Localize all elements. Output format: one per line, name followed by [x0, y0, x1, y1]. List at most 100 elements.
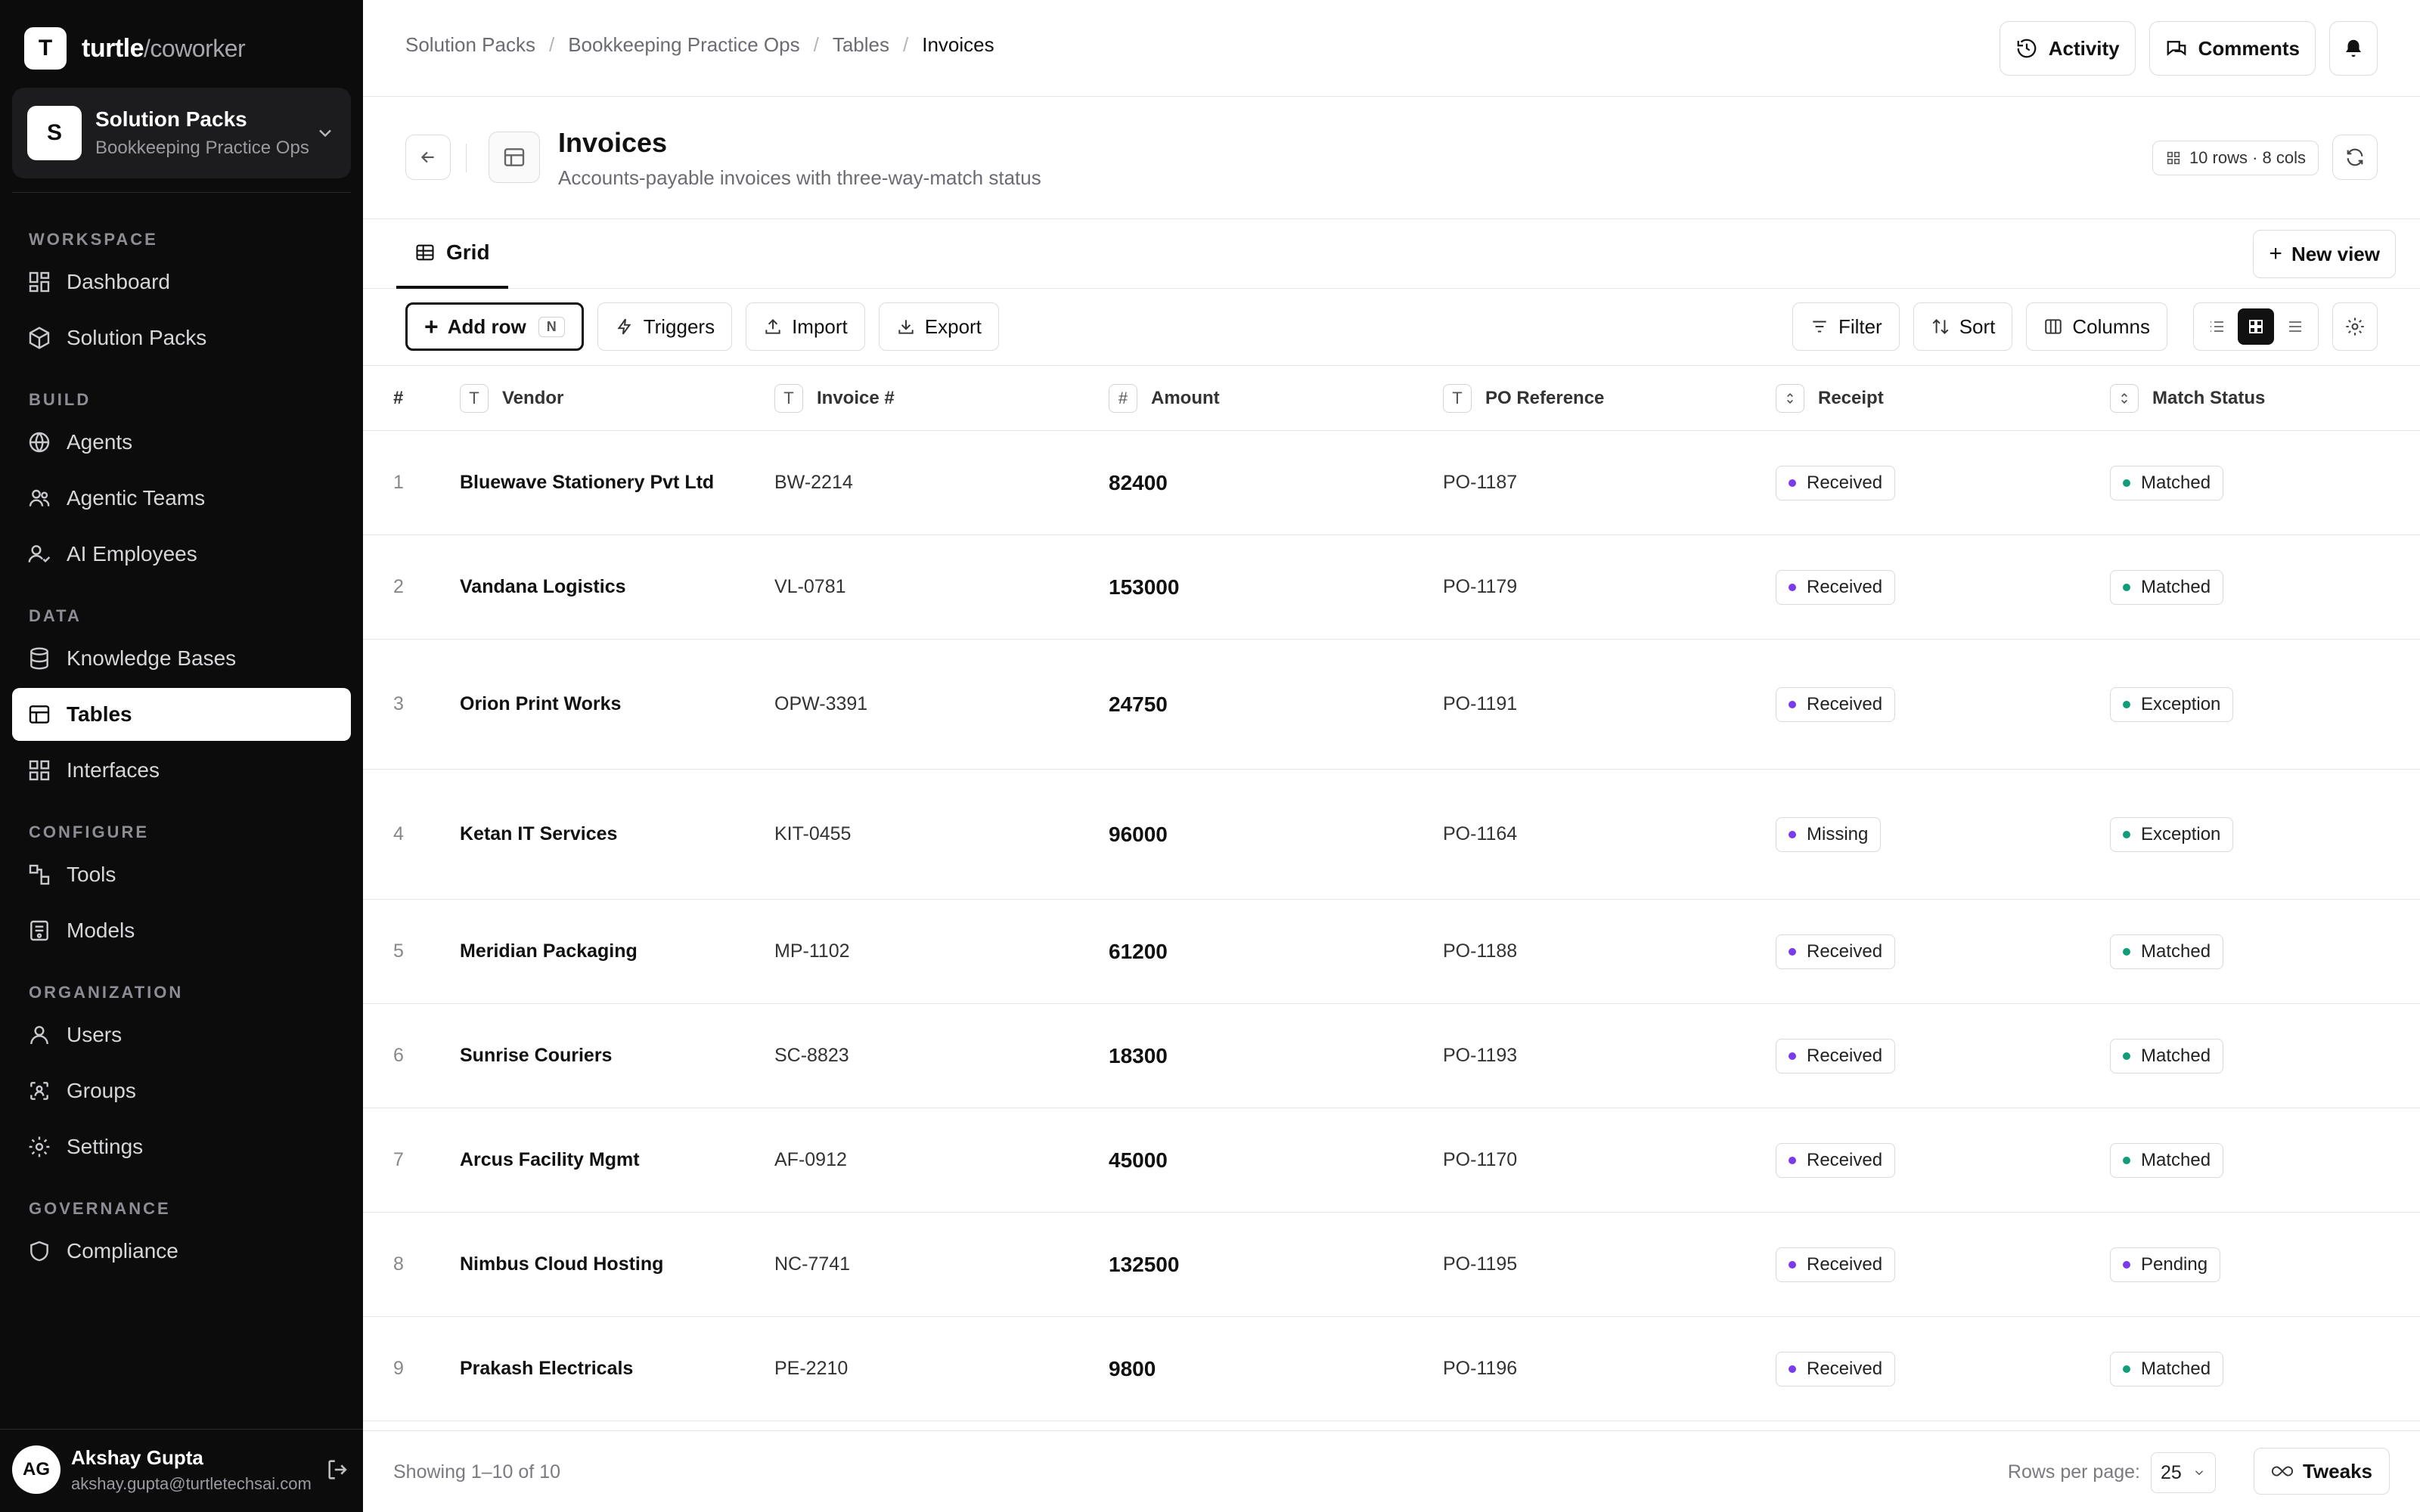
sort-button[interactable]: Sort: [1913, 302, 2013, 351]
cell-po[interactable]: PO-1196: [1443, 1317, 1517, 1421]
cell-po[interactable]: PO-1195: [1443, 1213, 1517, 1316]
cell-po[interactable]: PO-1187: [1443, 431, 1517, 534]
rows-per-page-select[interactable]: 25: [2151, 1452, 2216, 1493]
workspace-switcher[interactable]: S Solution Packs Bookkeeping Practice Op…: [12, 88, 351, 178]
column-header[interactable]: Match Status: [2110, 366, 2265, 431]
cell-vendor[interactable]: Bluewave Stationery Pvt Ltd: [460, 431, 714, 534]
cell-po[interactable]: PO-1191: [1443, 640, 1517, 769]
column-header[interactable]: # Amount: [1109, 366, 1220, 431]
cell-status[interactable]: Matched: [2110, 431, 2224, 534]
sidebar-item-settings[interactable]: Settings: [12, 1120, 351, 1173]
cell-n[interactable]: 4: [393, 770, 404, 899]
tab-grid[interactable]: Grid: [396, 219, 508, 289]
cell-vendor[interactable]: Prakash Electricals: [460, 1317, 633, 1421]
cell-n[interactable]: 2: [393, 535, 404, 639]
cell-status[interactable]: Pending: [2110, 1213, 2221, 1316]
cell-n[interactable]: 1: [393, 431, 404, 534]
list-view-option[interactable]: [2198, 308, 2235, 345]
cell-po[interactable]: PO-1164: [1443, 770, 1517, 899]
table-row[interactable]: 8 Nimbus Cloud Hosting NC-7741 132500 PO-119…: [363, 1213, 2420, 1317]
cell-status[interactable]: Matched: [2110, 1004, 2224, 1108]
cell-po[interactable]: PO-1170: [1443, 1108, 1517, 1212]
cell-vendor[interactable]: Meridian Packaging: [460, 900, 638, 1003]
cell-n[interactable]: 6: [393, 1004, 404, 1108]
cell-receipt[interactable]: Received: [1776, 535, 1896, 639]
cell-amount[interactable]: 61200: [1109, 900, 1168, 1003]
cell-vendor[interactable]: Arcus Facility Mgmt: [460, 1108, 640, 1212]
new-view-button[interactable]: + New view: [2253, 230, 2396, 278]
column-header[interactable]: T Vendor: [460, 366, 563, 431]
refresh-button[interactable]: [2332, 135, 2378, 180]
cell-vendor[interactable]: Ketan IT Services: [460, 770, 617, 899]
notifications-button[interactable]: [2329, 21, 2378, 76]
cell-invoice[interactable]: AF-0912: [774, 1108, 847, 1212]
activity-button[interactable]: Activity: [1999, 21, 2136, 76]
cell-status[interactable]: Exception: [2110, 770, 2234, 899]
cell-receipt[interactable]: Missing: [1776, 770, 1882, 899]
sidebar-item-dashboard[interactable]: Dashboard: [12, 256, 351, 308]
cell-po[interactable]: PO-1179: [1443, 535, 1517, 639]
sidebar-item-ai-employees[interactable]: AI Employees: [12, 528, 351, 581]
sidebar-item-models[interactable]: Models: [12, 904, 351, 957]
cell-amount[interactable]: 24750: [1109, 640, 1168, 769]
sidebar-item-agentic-teams[interactable]: Agentic Teams: [12, 472, 351, 525]
cell-vendor[interactable]: Nimbus Cloud Hosting: [460, 1213, 663, 1316]
table-row[interactable]: 6 Sunrise Couriers SC-8823 18300 PO-1193 Rece…: [363, 1004, 2420, 1108]
table-row[interactable]: 5 Meridian Packaging MP-1102 61200 PO-1188 Re…: [363, 900, 2420, 1004]
sidebar-item-compliance[interactable]: Compliance: [12, 1225, 351, 1278]
breadcrumb-item[interactable]: Tables: [833, 33, 889, 57]
table-row[interactable]: 1 Bluewave Stationery Pvt Ltd BW-2214 82400…: [363, 431, 2420, 535]
logout-icon[interactable]: [325, 1457, 351, 1483]
cell-receipt[interactable]: Received: [1776, 1108, 1896, 1212]
cell-amount[interactable]: 45000: [1109, 1108, 1168, 1212]
breadcrumb-item[interactable]: Bookkeeping Practice Ops: [568, 33, 799, 57]
cell-n[interactable]: 9: [393, 1317, 404, 1421]
cell-status[interactable]: Matched: [2110, 1317, 2224, 1421]
sidebar-item-solution-packs[interactable]: Solution Packs: [12, 311, 351, 364]
cell-invoice[interactable]: OPW-3391: [774, 640, 867, 769]
table-row[interactable]: 4 Ketan IT Services KIT-0455 96000 PO-1164 Mi…: [363, 770, 2420, 900]
cell-n[interactable]: 8: [393, 1213, 404, 1316]
cell-receipt[interactable]: Received: [1776, 431, 1896, 534]
sidebar-item-tools[interactable]: Tools: [12, 848, 351, 901]
table-settings-button[interactable]: [2332, 302, 2378, 351]
column-header[interactable]: T Invoice #: [774, 366, 895, 431]
user-profile[interactable]: AG Akshay Gupta akshay.gupta@turtletechs…: [12, 1442, 351, 1497]
cell-receipt[interactable]: Received: [1776, 900, 1896, 1003]
cell-invoice[interactable]: NC-7741: [774, 1213, 850, 1316]
export-button[interactable]: Export: [878, 302, 999, 351]
cell-vendor[interactable]: Orion Print Works: [460, 640, 621, 769]
sidebar-item-users[interactable]: Users: [12, 1009, 351, 1061]
cell-amount[interactable]: 82400: [1109, 431, 1168, 534]
cell-invoice[interactable]: MP-1102: [774, 900, 850, 1003]
compact-view-option[interactable]: [2277, 308, 2313, 345]
cell-receipt[interactable]: Received: [1776, 640, 1896, 769]
table-row[interactable]: 3 Orion Print Works OPW-3391 24750 PO-1191 Re…: [363, 640, 2420, 770]
comments-button[interactable]: Comments: [2149, 21, 2316, 76]
cell-status[interactable]: Matched: [2110, 900, 2224, 1003]
brand[interactable]: T turtle/coworker: [24, 26, 246, 71]
cell-n[interactable]: 3: [393, 640, 404, 769]
cell-n[interactable]: 5: [393, 900, 404, 1003]
add-row-button[interactable]: + Add row N: [405, 302, 584, 351]
back-button[interactable]: [405, 135, 451, 180]
cell-amount[interactable]: 132500: [1109, 1213, 1179, 1316]
breadcrumb-item[interactable]: Solution Packs: [405, 33, 535, 57]
table-row[interactable]: 9 Prakash Electricals PE-2210 9800 PO-1196 Re…: [363, 1317, 2420, 1421]
cell-vendor[interactable]: Sunrise Couriers: [460, 1004, 612, 1108]
sidebar-item-interfaces[interactable]: Interfaces: [12, 744, 351, 797]
cell-vendor[interactable]: Vandana Logistics: [460, 535, 626, 639]
cell-status[interactable]: Exception: [2110, 640, 2234, 769]
columns-button[interactable]: Columns: [2026, 302, 2167, 351]
cell-status[interactable]: Matched: [2110, 535, 2224, 639]
grid-view-option[interactable]: [2238, 308, 2274, 345]
table-row[interactable]: 7 Arcus Facility Mgmt AF-0912 45000 PO-1170 R…: [363, 1108, 2420, 1213]
column-header[interactable]: #: [393, 366, 403, 431]
cell-n[interactable]: 7: [393, 1108, 404, 1212]
cell-status[interactable]: Matched: [2110, 1108, 2224, 1212]
sidebar-item-knowledge-bases[interactable]: Knowledge Bases: [12, 632, 351, 685]
cell-amount[interactable]: 153000: [1109, 535, 1179, 639]
cell-receipt[interactable]: Received: [1776, 1317, 1896, 1421]
cell-receipt[interactable]: Received: [1776, 1213, 1896, 1316]
cell-invoice[interactable]: VL-0781: [774, 535, 846, 639]
